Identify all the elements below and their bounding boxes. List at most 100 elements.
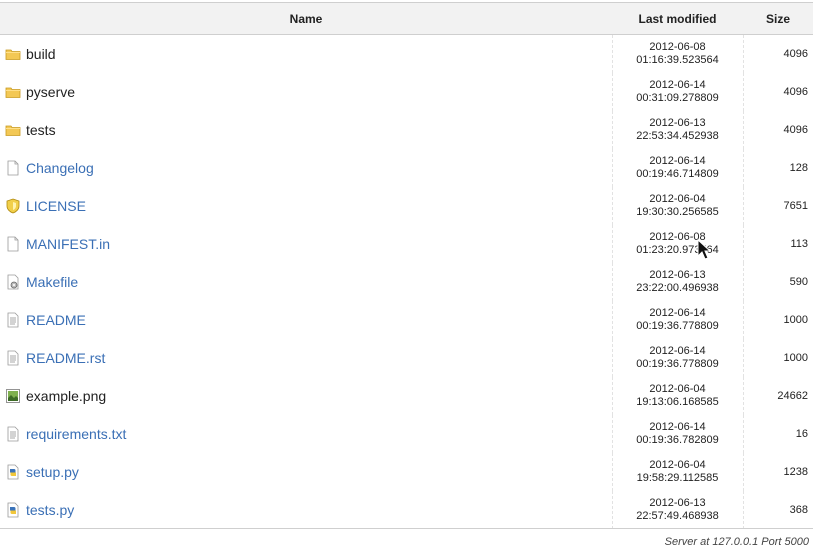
size-cell: 4096 (783, 86, 808, 98)
name-cell: Changelog (0, 149, 612, 187)
last-modified-cell: 2012-06-08 01:23:20.973564 (611, 225, 744, 263)
table-header-row: Name Last modified Size (0, 2, 813, 35)
size-cell: 1000 (783, 352, 808, 364)
entry-link[interactable]: Changelog (26, 160, 94, 176)
last-modified-cell: 2012-06-04 19:13:06.168585 (611, 377, 744, 415)
modified-time: 01:16:39.523564 (636, 54, 719, 66)
modified-time: 19:30:30.256585 (636, 206, 719, 218)
entry-link[interactable]: tests.py (26, 502, 74, 518)
table-row: setup.py 2012-06-04 19:58:29.112585 1238 (0, 453, 813, 491)
modified-time: 01:23:20.973564 (636, 244, 719, 256)
table-row: LICENSE 2012-06-04 19:30:30.256585 7651 (0, 187, 813, 225)
modified-time: 19:58:29.112585 (636, 472, 719, 484)
name-cell: tests (0, 111, 612, 149)
python-file-icon (5, 502, 21, 518)
name-cell: Makefile (0, 263, 612, 301)
entry-link[interactable]: MANIFEST.in (26, 236, 110, 252)
name-cell: setup.py (0, 453, 612, 491)
entry-link[interactable]: LICENSE (26, 198, 86, 214)
name-cell: MANIFEST.in (0, 225, 612, 263)
modified-time: 00:19:36.778809 (636, 358, 719, 370)
table-row: README 2012-06-14 00:19:36.778809 1000 (0, 301, 813, 339)
last-modified-cell: 2012-06-14 00:19:36.778809 (611, 301, 744, 339)
modified-date: 2012-06-08 (649, 231, 706, 243)
modified-time: 22:53:34.452938 (636, 130, 719, 142)
modified-date: 2012-06-14 (649, 421, 706, 433)
text-file-icon (5, 350, 21, 366)
mouse-cursor-icon (697, 238, 713, 261)
size-cell: 128 (789, 162, 808, 174)
entry-link[interactable]: README.rst (26, 350, 105, 366)
text-file-icon (5, 426, 21, 442)
modified-time: 23:22:00.496938 (636, 282, 719, 294)
name-cell: requirements.txt (0, 415, 612, 453)
name-cell: pyserve (0, 73, 612, 111)
license-shield-icon (5, 198, 21, 214)
modified-date: 2012-06-14 (649, 307, 706, 319)
size-cell: 7651 (783, 200, 808, 212)
modified-date: 2012-06-08 (649, 41, 706, 53)
table-row: Makefile 2012-06-13 23:22:00.496938 590 (0, 263, 813, 301)
server-footer: Server at 127.0.0.1 Port 5000 (0, 528, 813, 556)
entry-link[interactable]: tests (26, 122, 56, 138)
name-column-header[interactable]: Name (0, 2, 612, 35)
last-modified-cell: 2012-06-13 22:53:34.452938 (611, 111, 744, 149)
entry-link[interactable]: README (26, 312, 86, 328)
size-cell: 4096 (783, 124, 808, 136)
blank-file-icon (5, 160, 21, 176)
last-modified-cell: 2012-06-08 01:16:39.523564 (611, 34, 744, 73)
modified-date: 2012-06-04 (649, 193, 706, 205)
last-modified-cell: 2012-06-14 00:31:09.278809 (611, 73, 744, 111)
last-modified-cell: 2012-06-13 23:22:00.496938 (611, 263, 744, 301)
table-row: pyserve 2012-06-14 00:31:09.278809 4096 (0, 73, 813, 111)
size-cell: 113 (790, 238, 808, 250)
modified-date: 2012-06-04 (649, 459, 706, 471)
size-cell: 1000 (783, 314, 808, 326)
entry-link[interactable]: requirements.txt (26, 426, 126, 442)
entry-link[interactable]: pyserve (26, 84, 75, 100)
last-modified-cell: 2012-06-13 22:57:49.468938 (611, 491, 744, 529)
size-cell: 16 (795, 428, 808, 440)
entry-link[interactable]: setup.py (26, 464, 79, 480)
modified-date: 2012-06-04 (649, 383, 706, 395)
modified-time: 00:19:36.778809 (636, 320, 719, 332)
server-info-text: Server at 127.0.0.1 Port 5000 (664, 536, 809, 548)
modified-time: 22:57:49.468938 (636, 510, 719, 522)
table-row: tests 2012-06-13 22:53:34.452938 4096 (0, 111, 813, 149)
name-cell: build (0, 35, 612, 74)
table-row: build 2012-06-08 01:16:39.523564 4096 (0, 34, 813, 74)
folder-icon (5, 122, 21, 138)
last-modified-cell: 2012-06-14 00:19:46.714809 (611, 149, 744, 187)
modified-time: 00:31:09.278809 (636, 92, 719, 104)
entry-link[interactable]: example.png (26, 388, 106, 404)
folder-icon (5, 46, 21, 62)
table-row: requirements.txt 2012-06-14 00:19:36.78280… (0, 415, 813, 453)
image-file-icon (5, 388, 21, 404)
name-cell: tests.py (0, 491, 612, 529)
modified-date: 2012-06-14 (649, 345, 706, 357)
table-row: example.png 2012-06-04 19:13:06.168585 2466… (0, 377, 813, 415)
size-cell: 368 (789, 504, 808, 516)
size-column-header[interactable]: Size (743, 2, 813, 35)
blank-file-icon (5, 236, 21, 252)
table-row: README.rst 2012-06-14 00:19:36.778809 1000 (0, 339, 813, 377)
size-cell: 4096 (783, 48, 808, 60)
modified-date: 2012-06-13 (649, 117, 706, 129)
last-modified-cell: 2012-06-04 19:30:30.256585 (611, 187, 744, 225)
name-cell: README.rst (0, 339, 612, 377)
modified-date: 2012-06-14 (649, 79, 706, 91)
entry-link[interactable]: build (26, 46, 56, 62)
last-modified-cell: 2012-06-14 00:19:36.782809 (611, 415, 744, 453)
name-cell: LICENSE (0, 187, 612, 225)
entry-link[interactable]: Makefile (26, 274, 78, 290)
folder-icon (5, 84, 21, 100)
last-modified-cell: 2012-06-04 19:58:29.112585 (611, 453, 744, 491)
modified-date: 2012-06-13 (649, 269, 706, 281)
table-row: Changelog 2012-06-14 00:19:46.714809 128 (0, 149, 813, 187)
name-cell: README (0, 301, 612, 339)
size-cell: 590 (789, 276, 808, 288)
makefile-gear-icon (5, 274, 21, 290)
modified-time: 19:13:06.168585 (636, 396, 719, 408)
modified-date: 2012-06-14 (649, 155, 706, 167)
last-modified-column-header[interactable]: Last modified (612, 2, 743, 35)
